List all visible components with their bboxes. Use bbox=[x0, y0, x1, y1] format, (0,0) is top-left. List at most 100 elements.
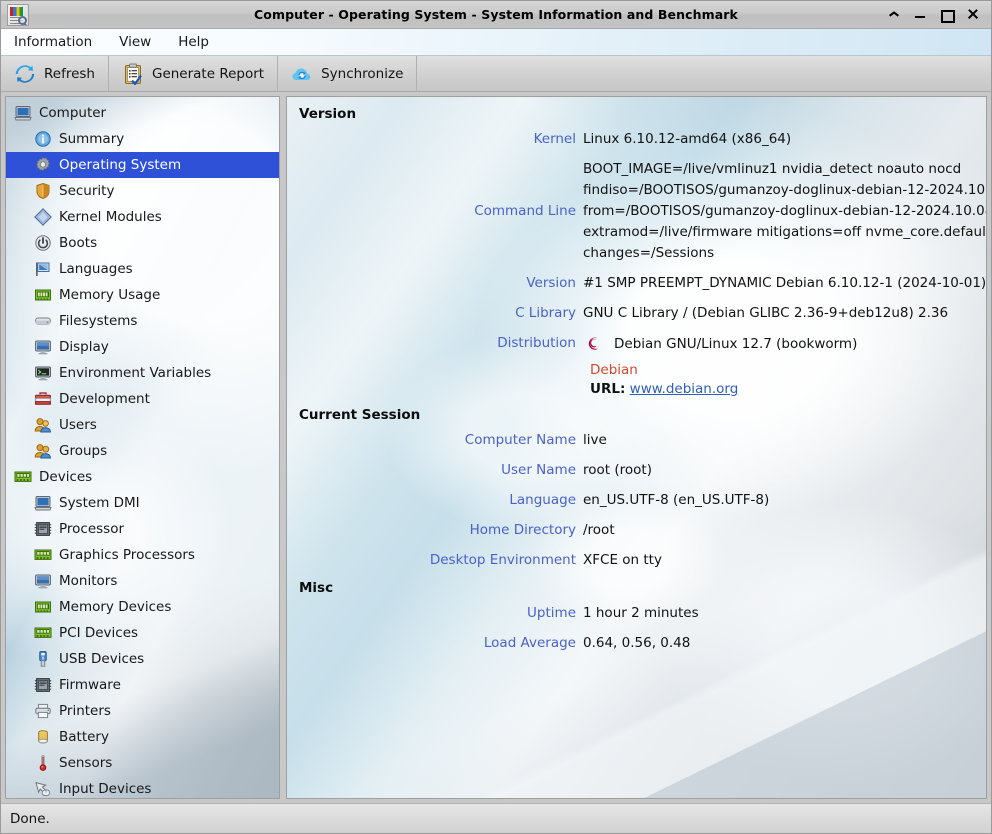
info-row-label: Language bbox=[509, 492, 576, 508]
info-row: Load Average 0.64, 0.56, 0.48 bbox=[293, 633, 976, 654]
info-row-label: Version bbox=[526, 275, 576, 291]
sidebar-item-boots[interactable]: Boots bbox=[6, 230, 279, 256]
sidebar-item-label: Development bbox=[59, 391, 150, 407]
sidebar-item-display[interactable]: Display bbox=[6, 334, 279, 360]
info-row-label: Uptime bbox=[527, 605, 576, 621]
synchronize-button[interactable]: Synchronize bbox=[278, 56, 418, 91]
gpu-card-icon bbox=[34, 546, 52, 564]
maximize-button[interactable] bbox=[940, 8, 955, 23]
info-row-label: Home Directory bbox=[469, 522, 576, 538]
info-row-label: Kernel bbox=[533, 131, 576, 147]
app-magnifier-icon[interactable] bbox=[7, 3, 29, 26]
detail-panel: Version Kernel Linux 6.10.12-amd64 (x86_64… bbox=[286, 96, 987, 799]
section-rows: Computer Name live User Name root (root) Lan… bbox=[293, 430, 976, 571]
info-row-value: BOOT_IMAGE=/live/vmlinuz1 nvidia_detect … bbox=[583, 161, 986, 261]
info-row: Distribution Debian GNU/Linux 12.7 (bookw… bbox=[293, 333, 976, 355]
info-row: User Name root (root) bbox=[293, 460, 976, 481]
sidebar-item-kernel-modules[interactable]: Kernel Modules bbox=[6, 204, 279, 230]
info-row: Language en_US.UTF-8 (en_US.UTF-8) bbox=[293, 490, 976, 511]
clipboard-report-icon bbox=[122, 63, 144, 85]
sidebar-item-memory-devices[interactable]: Memory Devices bbox=[6, 594, 279, 620]
sidebar-item-development[interactable]: Development bbox=[6, 386, 279, 412]
monitor-icon bbox=[34, 572, 52, 590]
sidebar-item-label: Graphics Processors bbox=[59, 547, 195, 563]
distribution-text: Debian GNU/Linux 12.7 (bookworm) bbox=[614, 335, 858, 352]
pci-card-icon bbox=[34, 624, 52, 642]
sidebar-item-input-devices[interactable]: Input Devices bbox=[6, 776, 279, 798]
sidebar-item-label: System DMI bbox=[59, 495, 140, 511]
printer-icon bbox=[34, 702, 52, 720]
debian-swirl-icon bbox=[583, 333, 605, 355]
sidebar-item-printers[interactable]: Printers bbox=[6, 698, 279, 724]
sidebar-item-battery[interactable]: Battery bbox=[6, 724, 279, 750]
sidebar-item-security[interactable]: Security bbox=[6, 178, 279, 204]
info-row-value: XFCE on tty bbox=[583, 552, 662, 568]
sidebar-item-usb-devices[interactable]: USB Devices bbox=[6, 646, 279, 672]
info-row-label: Distribution bbox=[497, 335, 576, 351]
info-row-label: User Name bbox=[501, 462, 576, 478]
harddisk-icon bbox=[34, 312, 52, 330]
close-button[interactable] bbox=[966, 8, 979, 21]
section-title: Current Session bbox=[299, 407, 421, 423]
sidebar-item-summary[interactable]: Summary bbox=[6, 126, 279, 152]
minimize-button[interactable] bbox=[914, 8, 927, 21]
sidebar-item-sensors[interactable]: Sensors bbox=[6, 750, 279, 776]
section-rows: Kernel Linux 6.10.12-amd64 (x86_64) Comman… bbox=[293, 129, 986, 399]
refresh-button[interactable]: Refresh bbox=[1, 56, 109, 91]
cpu-icon bbox=[34, 676, 52, 694]
input-devices-icon bbox=[34, 780, 52, 798]
window-title: Computer - Operating System - System Inf… bbox=[254, 7, 738, 22]
menu-view[interactable]: View bbox=[117, 32, 153, 52]
sidebar-item-firmware[interactable]: Firmware bbox=[6, 672, 279, 698]
distribution-url-link[interactable]: www.debian.org bbox=[630, 381, 739, 397]
sidebar-item-users[interactable]: Users bbox=[6, 412, 279, 438]
sidebar-item-label: Computer bbox=[39, 105, 107, 121]
info-row: Command Line BOOT_IMAGE=/live/vmlinuz1 nv… bbox=[293, 159, 986, 264]
title-bar[interactable]: Computer - Operating System - System Inf… bbox=[1, 1, 991, 29]
info-row-value: /root bbox=[583, 522, 615, 538]
sidebar-item-label: Memory Usage bbox=[59, 287, 161, 303]
sidebar-item-graphics-processors[interactable]: Graphics Processors bbox=[6, 542, 279, 568]
sidebar-item-pci-devices[interactable]: PCI Devices bbox=[6, 620, 279, 646]
sidebar-item-groups[interactable]: Groups bbox=[6, 438, 279, 464]
detail-scroll-area[interactable]: Version Kernel Linux 6.10.12-amd64 (x86_64… bbox=[287, 97, 986, 798]
shade-button[interactable] bbox=[888, 8, 901, 21]
sidebar-item-monitors[interactable]: Monitors bbox=[6, 568, 279, 594]
sidebar-item-system-dmi[interactable]: System DMI bbox=[6, 490, 279, 516]
devices-card-icon bbox=[14, 468, 32, 486]
sidebar-item-filesystems[interactable]: Filesystems bbox=[6, 308, 279, 334]
sidebar-item-label: Languages bbox=[59, 261, 133, 277]
sidebar-item-label: Firmware bbox=[59, 677, 121, 693]
sidebar-item-computer[interactable]: Computer bbox=[6, 100, 279, 126]
info-icon bbox=[34, 130, 52, 148]
sidebar-item-label: Input Devices bbox=[59, 781, 152, 797]
info-row-label: Command Line bbox=[474, 203, 576, 219]
menu-bar: Information View Help bbox=[1, 29, 991, 56]
flag-language-icon bbox=[34, 260, 52, 278]
info-row-label: C Library bbox=[515, 305, 576, 321]
sidebar-item-memory-usage[interactable]: Memory Usage bbox=[6, 282, 279, 308]
info-row-value: #1 SMP PREEMPT_DYNAMIC Debian 6.10.12-1 … bbox=[583, 275, 986, 291]
users-icon bbox=[34, 416, 52, 434]
sidebar-item-operating-system[interactable]: Operating System bbox=[6, 152, 279, 178]
refresh-icon bbox=[14, 63, 36, 85]
sync-cloud-icon bbox=[291, 63, 313, 85]
sidebar-item-environment-variables[interactable]: Environment Variables bbox=[6, 360, 279, 386]
sidebar-item-label: Users bbox=[59, 417, 97, 433]
info-row: Kernel Linux 6.10.12-amd64 (x86_64) bbox=[293, 129, 976, 150]
generate-report-button[interactable]: Generate Report bbox=[109, 56, 279, 91]
navigation-sidebar: Computer Summary Operating System Security K… bbox=[5, 96, 280, 799]
memory-chip-icon bbox=[34, 286, 52, 304]
sidebar-item-devices[interactable]: Devices bbox=[6, 464, 279, 490]
thermometer-icon bbox=[34, 754, 52, 772]
diamond-module-icon bbox=[34, 208, 52, 226]
menu-help[interactable]: Help bbox=[176, 32, 211, 52]
monitor-icon bbox=[34, 338, 52, 356]
sidebar-item-label: Operating System bbox=[59, 157, 182, 173]
sidebar-item-processor[interactable]: Processor bbox=[6, 516, 279, 542]
distribution-extra: Debian URL: www.debian.org bbox=[590, 361, 976, 399]
sidebar-item-languages[interactable]: Languages bbox=[6, 256, 279, 282]
sidebar-list[interactable]: Computer Summary Operating System Security K… bbox=[6, 97, 279, 798]
info-row-value: Linux 6.10.12-amd64 (x86_64) bbox=[583, 131, 792, 147]
menu-information[interactable]: Information bbox=[12, 32, 94, 52]
